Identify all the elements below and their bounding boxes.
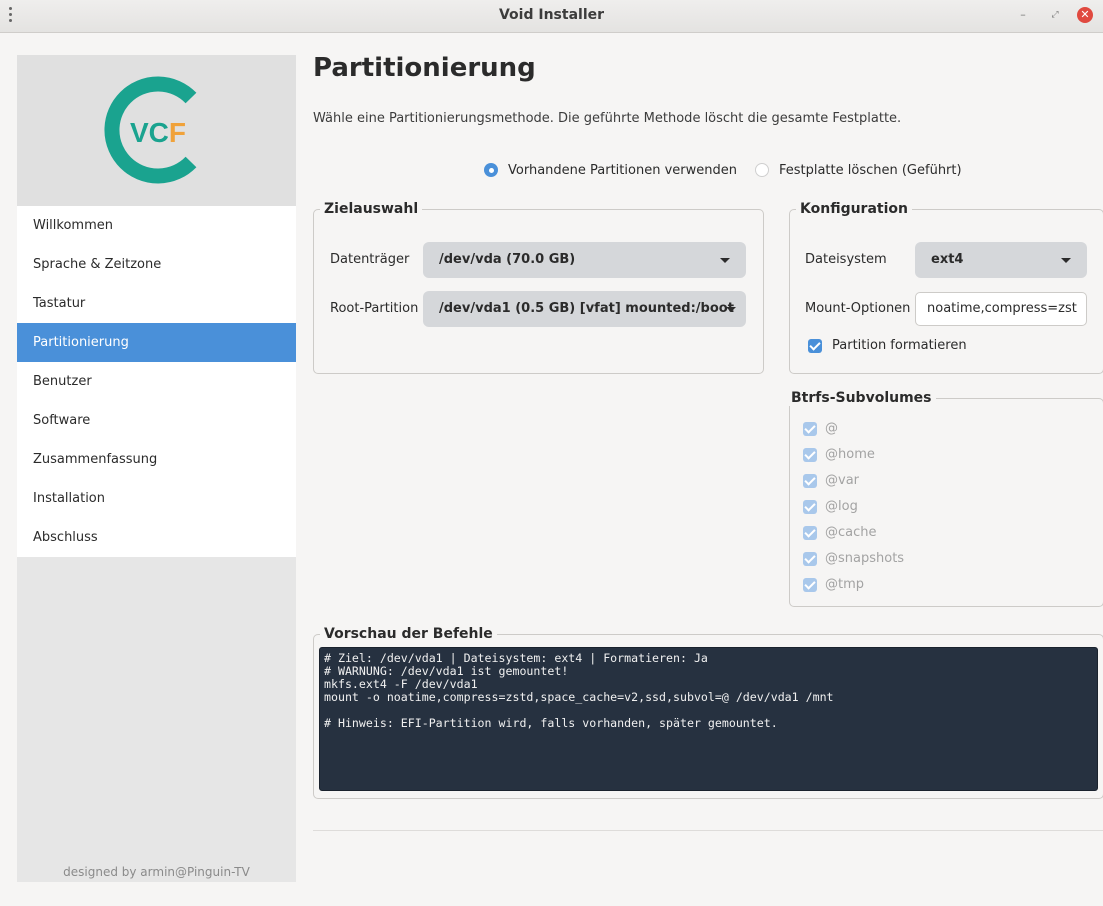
sidebar-item-tastatur[interactable]: Tastatur [17,284,296,323]
maximize-button[interactable]: ⤢ [1047,7,1063,23]
format-partition-label[interactable]: Partition formatieren [832,338,967,353]
sidebar-item-zusammenfassung[interactable]: Zusammenfassung [17,440,296,479]
sidebar-item-software[interactable]: Software [17,401,296,440]
disk-dropdown-value: /dev/vda (70.0 GB) [439,252,576,267]
subvol-label: @ [825,421,838,436]
chevron-down-icon [726,307,736,312]
sidebar-item-sprache[interactable]: Sprache & Zeitzone [17,245,296,284]
installer-window: Void Installer – ⤢ ✕ VCF Willkommen Spra… [0,0,1103,906]
subvol-checkbox[interactable] [803,526,817,540]
subvol-label: @var [825,473,860,488]
sidebar-item-benutzer[interactable]: Benutzer [17,362,296,401]
page-title: Partitionierung [313,53,536,83]
sidebar-item-willkommen[interactable]: Willkommen [17,206,296,245]
subvol-label: @home [825,447,875,462]
target-frame-title: Zielauswahl [320,201,423,217]
root-partition-label: Root-Partition [330,301,419,316]
subvol-checkbox[interactable] [803,552,817,566]
footer-separator [313,830,1103,831]
radio-erase-label[interactable]: Festplatte löschen (Geführt) [779,163,962,178]
radio-existing-partitions[interactable] [484,163,498,177]
sidebar: VCF Willkommen Sprache & Zeitzone Tastat… [17,55,296,882]
command-line: mount -o noatime,compress=zstd,space_cac… [324,690,834,704]
subvol-label: @tmp [825,577,865,592]
subvol-checkbox[interactable] [803,474,817,488]
minimize-button[interactable]: – [1015,7,1031,23]
logo-text: VCF [130,117,186,148]
credit-text: designed by armin@Pinguin-TV [63,865,250,879]
close-button[interactable]: ✕ [1077,7,1093,23]
window-title: Void Installer [498,7,605,23]
vcf-logo: VCF [104,76,197,184]
title-bar[interactable]: Void Installer – ⤢ ✕ [0,0,1103,33]
filesystem-value: ext4 [931,252,964,267]
radio-erase-disk[interactable] [754,163,769,177]
subvolumes-frame-title: Btrfs-Subvolumes [789,390,936,406]
mount-options-input[interactable]: noatime,compress=zst [915,292,1087,326]
subvol-label: @cache [825,525,877,540]
disk-label: Datenträger [330,252,410,267]
subvol-checkbox[interactable] [803,422,817,436]
subvol-label: @snapshots [825,551,905,566]
sidebar-item-installation[interactable]: Installation [17,479,296,518]
chevron-down-icon [1061,258,1071,263]
preview-frame-title: Vorschau der Befehle [320,626,497,642]
logo-area: VCF [17,55,296,206]
subvol-checkbox[interactable] [803,500,817,514]
page-subtitle: Wähle eine Partitionierungsmethode. Die … [313,111,902,126]
format-partition-checkbox[interactable] [808,339,822,353]
root-partition-dropdown[interactable]: /dev/vda1 (0.5 GB) [vfat] mounted:/boot [423,291,746,327]
filesystem-dropdown[interactable]: ext4 [915,242,1087,278]
config-frame-title: Konfiguration [796,201,912,217]
sidebar-nav: Willkommen Sprache & Zeitzone Tastatur P… [17,206,296,557]
method-radio-group: Vorhandene Partitionen verwenden Festpla… [484,160,980,180]
subvol-checkbox[interactable] [803,448,817,462]
subvol-label: @log [825,499,858,514]
subvol-checkbox[interactable] [803,578,817,592]
chevron-down-icon [720,258,730,263]
disk-dropdown[interactable]: /dev/vda (70.0 GB) [423,242,746,278]
filesystem-label: Dateisystem [805,252,887,267]
command-line: # Hinweis: EFI-Partition wird, falls vor… [324,716,778,730]
sidebar-item-abschluss[interactable]: Abschluss [17,518,296,557]
command-preview[interactable]: # Ziel: /dev/vda1 | Dateisystem: ext4 | … [319,647,1098,791]
sidebar-item-partitionierung[interactable]: Partitionierung [17,323,296,362]
root-partition-value: /dev/vda1 (0.5 GB) [vfat] mounted:/boot [439,301,734,316]
radio-existing-label[interactable]: Vorhandene Partitionen verwenden [508,163,737,178]
mount-options-label: Mount-Optionen [805,301,911,316]
